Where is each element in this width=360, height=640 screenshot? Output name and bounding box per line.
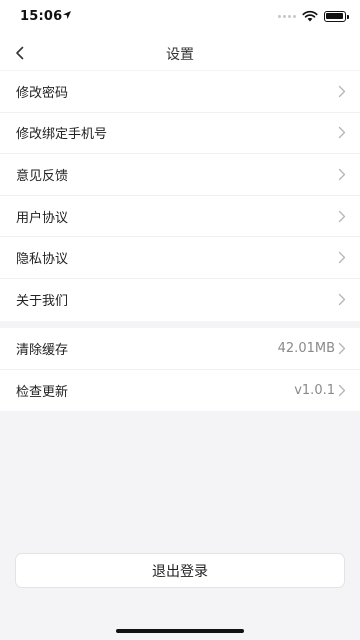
status-indicators — [278, 10, 349, 22]
row-label: 用户协议 — [16, 210, 69, 226]
version-value: v1.0.1 — [294, 382, 335, 398]
row-user-agreement[interactable]: 用户协议 — [0, 196, 360, 238]
chevron-right-icon — [338, 85, 346, 97]
chevron-right-icon — [338, 384, 346, 396]
chevron-right-icon — [338, 210, 346, 222]
settings-group-account: 修改密码 修改绑定手机号 意见反馈 用户协议 隐私协议 关于我们 — [0, 71, 360, 321]
chevron-right-icon — [338, 168, 346, 181]
row-change-phone[interactable]: 修改绑定手机号 — [0, 113, 360, 155]
row-clear-cache[interactable]: 清除缓存 42.01MB — [0, 328, 360, 370]
chevron-right-icon — [338, 252, 346, 264]
row-right: v1.0.1 — [294, 383, 346, 398]
battery-icon — [324, 10, 349, 22]
wifi-icon — [302, 10, 318, 22]
home-indicator — [116, 629, 244, 633]
row-privacy-agreement[interactable]: 隐私协议 — [0, 237, 360, 279]
status-time: 15:06 — [20, 9, 63, 24]
nav-bar: 设置 — [0, 36, 360, 70]
status-bar: 15:06 — [0, 0, 360, 36]
page-title: 设置 — [166, 47, 194, 63]
chevron-right-icon — [338, 342, 346, 354]
row-right: 42.01MB — [278, 341, 346, 356]
row-label: 意见反馈 — [16, 168, 69, 184]
cache-size-value: 42.01MB — [277, 340, 335, 356]
row-label: 检查更新 — [16, 384, 69, 400]
row-check-update[interactable]: 检查更新 v1.0.1 — [0, 370, 360, 412]
logout-button[interactable]: 退出登录 — [15, 553, 345, 588]
row-label: 修改密码 — [16, 85, 69, 101]
chevron-right-icon — [338, 294, 346, 306]
settings-group-app: 清除缓存 42.01MB 检查更新 v1.0.1 — [0, 328, 360, 411]
row-label: 隐私协议 — [16, 252, 69, 268]
row-label: 清除缓存 — [16, 342, 69, 358]
row-feedback[interactable]: 意见反馈 — [0, 154, 360, 196]
signal-icon — [278, 14, 296, 18]
location-arrow-icon — [63, 11, 71, 19]
chevron-right-icon — [338, 127, 346, 139]
row-change-password[interactable]: 修改密码 — [0, 71, 360, 113]
row-label: 修改绑定手机号 — [16, 127, 108, 143]
row-about-us[interactable]: 关于我们 — [0, 279, 360, 321]
row-label: 关于我们 — [16, 294, 69, 310]
